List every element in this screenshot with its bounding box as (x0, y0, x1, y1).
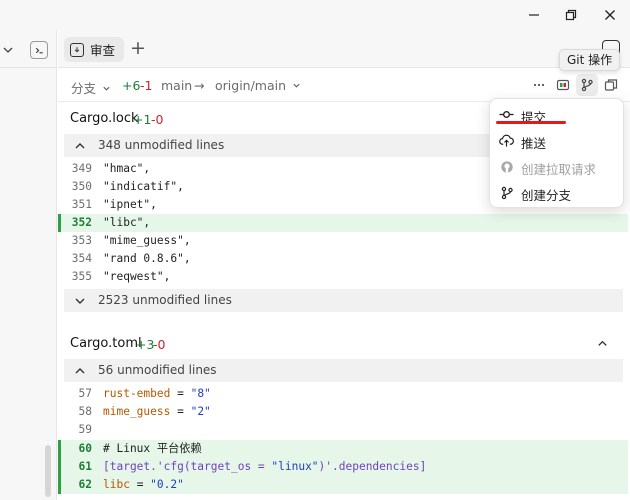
file-name: Cargo.lock (70, 111, 139, 126)
tab-review[interactable]: 审查 (64, 37, 125, 62)
git-actions-button[interactable] (576, 74, 598, 96)
chevron-up-icon (75, 143, 85, 149)
file-removed-count: -0 (153, 337, 166, 352)
left-sidebar (0, 30, 57, 500)
diff-view-icon[interactable] (554, 76, 572, 94)
branch-bar: 分支 +6 -1 main → origin/main (58, 68, 630, 102)
tab-bar: 审查 + (58, 30, 630, 68)
code-line: 59 (78, 423, 92, 436)
branch-icon (499, 185, 514, 200)
file-name: Cargo.toml (70, 336, 142, 351)
file-added-count: +3 (136, 337, 155, 352)
plus-icon[interactable]: + (127, 38, 149, 60)
left-toolbar (0, 36, 57, 64)
terminal-icon (35, 47, 43, 53)
chevron-down-icon[interactable] (2, 44, 14, 56)
cloud-upload-icon (499, 133, 514, 148)
unmodified-lines-expander[interactable]: 56 unmodified lines (64, 359, 623, 382)
close-button[interactable] (592, 0, 628, 30)
menu-item-create-pull-request[interactable]: 创建拉取请求 (490, 154, 625, 179)
chevron-up-icon (75, 368, 85, 374)
menu-item-create-branch[interactable]: 创建分支 (490, 180, 625, 205)
code-line: 354 "rand 0.8.6", (71, 252, 191, 265)
code-line-added: 60 # Linux 平台依赖 (58, 440, 628, 458)
code-line: 355 "reqwest", (71, 270, 171, 283)
copy-window-icon[interactable] (602, 76, 620, 94)
arrow-icon: → (194, 78, 205, 93)
chevron-down-icon (103, 86, 110, 91)
close-icon (605, 10, 615, 20)
commit-icon (499, 107, 514, 122)
local-branch: main (161, 78, 193, 93)
title-bar (0, 0, 630, 30)
remote-branch-dropdown[interactable]: origin/main (215, 78, 301, 93)
chevron-down-icon (293, 83, 300, 88)
unmodified-lines-expander[interactable]: 2523 unmodified lines (64, 289, 623, 312)
left-scrollbar[interactable] (45, 445, 51, 497)
added-count: +6 (122, 78, 141, 93)
collapse-chevron-icon[interactable] (596, 337, 609, 350)
code-line: 58 mime_guess = "2" (78, 405, 211, 418)
code-line-added: 62 libc = "0.2" (58, 476, 628, 494)
tab-label: 审查 (90, 43, 116, 58)
minimize-button[interactable] (516, 0, 552, 30)
file-removed-count: -0 (151, 112, 164, 127)
review-icon (70, 42, 84, 57)
annotation-underline (496, 121, 566, 124)
file-added-count: +1 (133, 112, 152, 127)
restore-icon (565, 9, 577, 21)
git-actions-menu: 提交 推送 创建拉取请求 创建分支 (489, 98, 624, 208)
removed-count: -1 (140, 78, 153, 93)
chevron-down-icon (75, 298, 85, 304)
code-line: 353 "mime_guess", (71, 234, 191, 247)
left-divider (0, 67, 57, 68)
restore-button[interactable] (553, 0, 589, 30)
terminal-button[interactable] (30, 41, 48, 59)
branch-icon (581, 78, 593, 92)
git-actions-tooltip: Git 操作 (559, 49, 621, 71)
menu-item-push[interactable]: 推送 (490, 128, 625, 153)
code-line-added: 352 "libc", (58, 214, 628, 232)
code-line-added: 61 [target.'cfg(target_os = "linux")'.dep… (58, 458, 628, 476)
code-line: 57 rust-embed = "8" (78, 387, 211, 400)
github-icon (499, 159, 514, 174)
changes-dropdown[interactable]: 分支 (71, 78, 111, 97)
more-icon[interactable] (530, 76, 548, 94)
file-header-cargo-toml[interactable]: Cargo.toml +3 -0 (58, 328, 630, 358)
minimize-icon (529, 14, 539, 16)
